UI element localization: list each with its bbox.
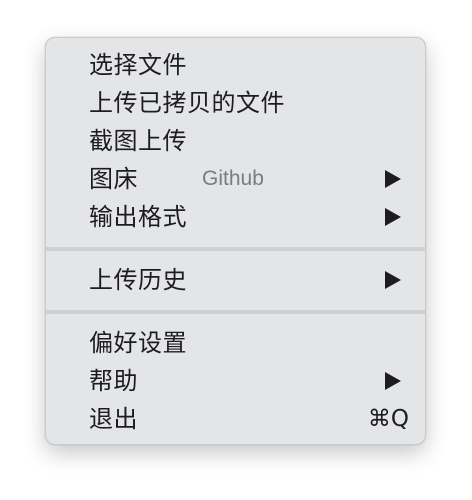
- menu-item-label: 上传已拷贝的文件: [89, 89, 285, 117]
- context-menu: 选择文件 上传已拷贝的文件 截图上传 图床 Github 输出格式 上传历史 偏…: [45, 37, 426, 445]
- menu-item-select-file[interactable]: 选择文件: [46, 46, 425, 84]
- menu-item-image-host[interactable]: 图床 Github: [46, 160, 425, 198]
- submenu-arrow-icon: [385, 208, 401, 226]
- submenu-arrow-icon: [385, 170, 401, 188]
- menu-item-label: 图床: [89, 165, 138, 193]
- menu-item-output-format[interactable]: 输出格式: [46, 198, 425, 236]
- menu-item-quit[interactable]: 退出 ⌘Q: [46, 400, 425, 438]
- menu-item-upload-history[interactable]: 上传历史: [46, 261, 425, 299]
- menu-item-label: 退出: [89, 405, 138, 433]
- menu-item-label: 输出格式: [89, 203, 187, 231]
- menu-item-label: 上传历史: [89, 266, 187, 294]
- menu-item-screenshot-upload[interactable]: 截图上传: [46, 122, 425, 160]
- menu-item-label: 截图上传: [89, 127, 187, 155]
- menu-item-help[interactable]: 帮助: [46, 362, 425, 400]
- menu-item-preferences[interactable]: 偏好设置: [46, 324, 425, 362]
- quit-shortcut: ⌘Q: [367, 406, 409, 432]
- menu-item-label: 帮助: [89, 367, 138, 395]
- image-host-current-value: Github: [202, 167, 264, 190]
- menu-item-label: 选择文件: [89, 51, 187, 79]
- menu-separator: [46, 310, 425, 314]
- menu-separator: [46, 247, 425, 251]
- menu-item-label: 偏好设置: [89, 329, 187, 357]
- menu-item-upload-copied-file[interactable]: 上传已拷贝的文件: [46, 84, 425, 122]
- submenu-arrow-icon: [385, 372, 401, 390]
- submenu-arrow-icon: [385, 271, 401, 289]
